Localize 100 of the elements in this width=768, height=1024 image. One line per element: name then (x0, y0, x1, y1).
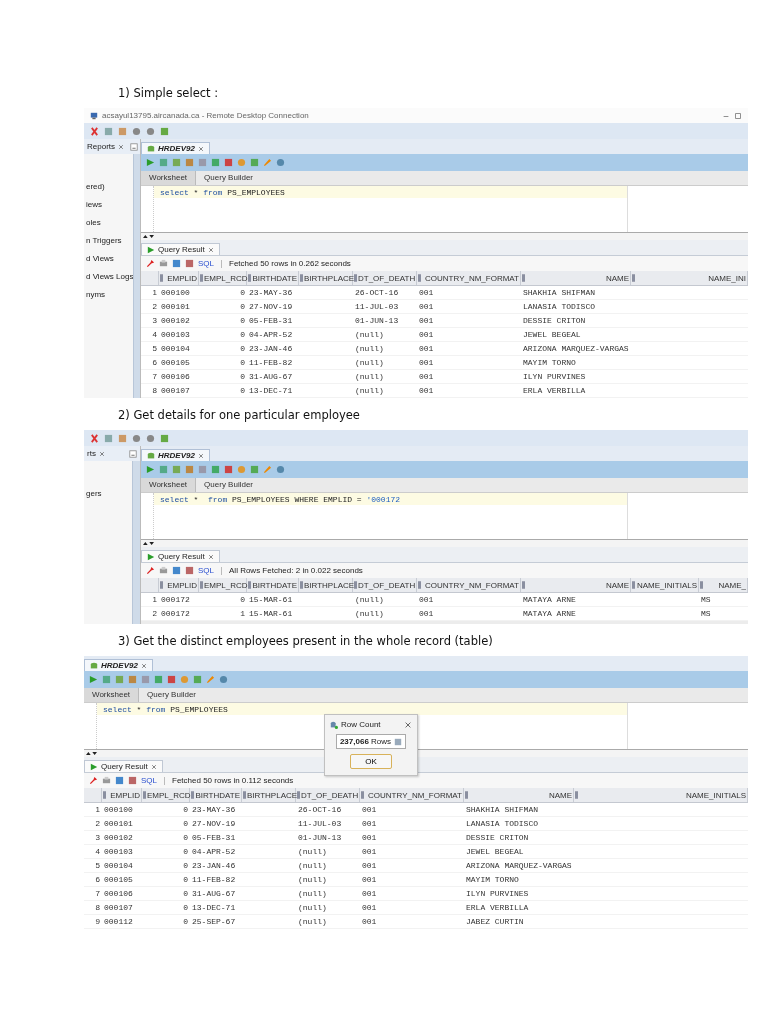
close-icon[interactable] (140, 662, 147, 669)
column-header[interactable]: COUNTRY_NM_FORMAT (417, 271, 521, 285)
maximize-icon[interactable] (734, 111, 742, 120)
sort-icon[interactable] (361, 791, 364, 799)
column-header[interactable]: EMPLID (159, 271, 199, 285)
close-icon[interactable] (98, 450, 105, 457)
close-icon[interactable] (118, 143, 124, 150)
column-header[interactable]: COUNTRY_NM_FORMAT (360, 788, 464, 802)
editor-tab[interactable]: HRDEV92 (141, 142, 210, 154)
column-header[interactable]: BIRTHPLACE (242, 788, 296, 802)
column-header[interactable]: DT_OF_DEATH (353, 578, 417, 592)
tree-item[interactable]: d Views Logs (86, 272, 134, 281)
column-header[interactable]: BIRTHDATE (247, 271, 299, 285)
sort-icon[interactable] (522, 581, 525, 589)
close-icon[interactable] (207, 553, 214, 560)
column-header[interactable]: EMPLID (102, 788, 142, 802)
column-header[interactable]: NAME_ (699, 578, 748, 592)
column-header[interactable]: BIRTHPLACE (299, 271, 353, 285)
sort-icon[interactable] (418, 274, 421, 282)
sort-icon[interactable] (248, 581, 251, 589)
sort-icon[interactable] (200, 581, 203, 589)
result-tab[interactable]: Query Result (84, 760, 163, 772)
sort-icon[interactable] (191, 791, 194, 799)
tree-item[interactable]: nyms (86, 290, 134, 299)
editor-tab[interactable]: HRDEV92 (141, 449, 210, 461)
splitter-arrows-icon[interactable] (143, 541, 154, 546)
sort-icon[interactable] (103, 791, 106, 799)
sql-link[interactable]: SQL (141, 776, 157, 785)
column-header[interactable]: COUNTRY_NM_FORMAT (417, 578, 521, 592)
column-header[interactable]: EMPL_RCD (199, 578, 247, 592)
print-icon[interactable] (102, 776, 111, 785)
editor-tab[interactable]: HRDEV92 (84, 659, 153, 671)
column-header[interactable]: BIRTHDATE (247, 578, 299, 592)
sort-icon[interactable] (297, 791, 300, 799)
sql-link[interactable]: SQL (198, 259, 214, 268)
pencil-icon[interactable] (263, 158, 272, 167)
minimize-icon[interactable] (129, 449, 137, 458)
tree-item[interactable]: n Triggers (86, 236, 134, 245)
close-icon[interactable] (197, 145, 204, 152)
pencil-icon[interactable] (206, 675, 215, 684)
tree-item[interactable]: d Views (86, 254, 134, 263)
sort-icon[interactable] (160, 581, 163, 589)
sort-icon[interactable] (354, 581, 357, 589)
sort-icon[interactable] (354, 274, 357, 282)
pin-icon[interactable] (89, 776, 98, 785)
run-icon[interactable] (146, 158, 155, 167)
sort-icon[interactable] (143, 791, 146, 799)
worksheet-tab[interactable]: Query Builder (139, 688, 204, 702)
column-header[interactable]: NAME_INITIALS (631, 578, 699, 592)
pencil-icon[interactable] (263, 465, 272, 474)
sql-link[interactable]: SQL (198, 566, 214, 575)
result-tab[interactable]: Query Result (141, 243, 220, 255)
minimize-icon[interactable] (130, 142, 138, 151)
run-icon[interactable] (146, 465, 155, 474)
column-header[interactable]: EMPLID (159, 578, 199, 592)
tree-item[interactable]: ered) (86, 182, 134, 191)
sort-icon[interactable] (300, 581, 303, 589)
column-header[interactable]: NAME_INITIALS (574, 788, 748, 802)
splitter-arrows-icon[interactable] (143, 234, 154, 239)
column-header[interactable]: BIRTHPLACE (299, 578, 353, 592)
column-header[interactable]: DT_OF_DEATH (353, 271, 417, 285)
print-icon[interactable] (159, 259, 168, 268)
print-icon[interactable] (159, 566, 168, 575)
column-header[interactable]: NAME (464, 788, 574, 802)
column-header[interactable]: DT_OF_DEATH (296, 788, 360, 802)
pin-icon[interactable] (146, 566, 155, 575)
worksheet-tab[interactable]: Worksheet (141, 171, 197, 185)
worksheet-tab[interactable]: Worksheet (84, 688, 140, 702)
close-icon[interactable] (150, 763, 157, 770)
sort-icon[interactable] (418, 581, 421, 589)
column-header[interactable]: NAME_INI (631, 271, 748, 285)
panel-tab[interactable]: rts (87, 449, 96, 458)
scroll-bar[interactable] (132, 461, 140, 624)
pin-icon[interactable] (146, 259, 155, 268)
column-header[interactable]: BIRTHDATE (190, 788, 242, 802)
sort-icon[interactable] (465, 791, 468, 799)
worksheet-tab[interactable]: Query Builder (196, 171, 261, 185)
run-icon[interactable] (89, 675, 98, 684)
worksheet-tab[interactable]: Query Builder (196, 478, 261, 492)
close-icon[interactable] (197, 452, 204, 459)
close-icon[interactable] (207, 246, 214, 253)
tree-item[interactable]: oles (86, 218, 134, 227)
column-header[interactable]: EMPL_RCD (199, 271, 247, 285)
tree-item[interactable]: gers (86, 489, 132, 498)
sort-icon[interactable] (160, 274, 163, 282)
ok-button[interactable]: OK (350, 754, 392, 769)
column-header[interactable]: NAME (521, 271, 631, 285)
close-icon[interactable] (404, 720, 412, 729)
sort-icon[interactable] (700, 581, 703, 589)
sort-icon[interactable] (522, 274, 525, 282)
tree-item[interactable]: iews (86, 200, 134, 209)
worksheet-tab[interactable]: Worksheet (141, 478, 197, 492)
sort-icon[interactable] (248, 274, 251, 282)
column-header[interactable]: EMPL_RCD (142, 788, 190, 802)
sort-icon[interactable] (575, 791, 578, 799)
sort-icon[interactable] (300, 274, 303, 282)
sort-icon[interactable] (200, 274, 203, 282)
sort-icon[interactable] (632, 581, 635, 589)
sort-icon[interactable] (632, 274, 635, 282)
result-tab[interactable]: Query Result (141, 550, 220, 562)
